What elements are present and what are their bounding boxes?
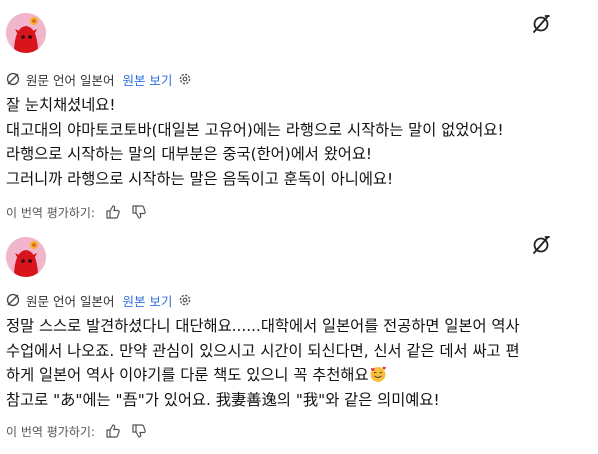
comment-line: 정말 스스로 발견하셨다니 대단해요......대학에서 일본어를 전공하면 일…: [6, 317, 520, 335]
avatar-character-icon: [6, 13, 46, 53]
original-language-label: 원문 언어 일본어: [26, 293, 115, 309]
gear-icon[interactable]: [178, 72, 192, 86]
comment-line-with-emoji: 하게 일본어 역사 이야기를 다룬 책도 있으니 꼭 추천해요: [6, 363, 592, 388]
avatar-character-icon: [6, 237, 46, 277]
thumbs-up-icon[interactable]: [105, 204, 121, 220]
comment-2: 원문 언어 일본어 원본 보기 정말 스스로 발견하셨다니 대단해요......…: [0, 228, 598, 454]
translate-slash-icon[interactable]: [530, 234, 552, 256]
rate-translation-label: 이 번역 평가하기:: [6, 424, 95, 439]
comment-line: 대고대의 야마토코토바(대일본 고유어)에는 라행으로 시작하는 말이 없었어요…: [6, 120, 504, 139]
rate-translation: 이 번역 평가하기:: [6, 204, 147, 220]
avatar[interactable]: [6, 13, 46, 53]
thumbs-down-icon[interactable]: [131, 423, 147, 439]
comment-line: 그러니까 라행으로 시작하는 말은 음독이고 훈독이 아니에요!: [6, 169, 394, 188]
comment-line: 라행으로 시작하는 말의 대부분은 중국(한어)에서 왔어요!: [6, 145, 373, 163]
comment-line: 잘 눈치채셨네요!: [6, 96, 116, 114]
avatar[interactable]: [6, 237, 46, 277]
smiling-face-with-hearts-icon: [370, 366, 386, 382]
thumbs-up-icon[interactable]: [105, 423, 121, 439]
comment-line-text: 하게 일본어 역사 이야기를 다룬 책도 있으니 꼭 추천해요: [6, 366, 369, 384]
globe-icon: [6, 293, 20, 307]
thumbs-down-icon[interactable]: [131, 204, 147, 220]
rate-translation-label: 이 번역 평가하기:: [6, 205, 95, 220]
translate-slash-icon[interactable]: [530, 13, 552, 35]
translation-meta: 원문 언어 일본어 원본 보기: [6, 291, 192, 309]
original-language-label: 원문 언어 일본어: [26, 72, 115, 88]
globe-icon: [6, 72, 20, 86]
comment-line: 수업에서 나오죠. 만약 관심이 있으시고 시간이 되신다면, 신서 같은 데서…: [6, 341, 520, 360]
comment-body: 잘 눈치채셨네요! 대고대의 야마토코토바(대일본 고유어)에는 라행으로 시작…: [6, 93, 592, 191]
comment-line: 참고로 "あ"에는 "吾"가 있어요. 我妻善逸의 "我"와 같은 의미예요!: [6, 390, 440, 409]
comment-1: 원문 언어 일본어 원본 보기 잘 눈치채셨네요! 대고대의 야마토코토바(대일…: [0, 0, 598, 228]
translation-meta: 원문 언어 일본어 원본 보기: [6, 70, 192, 88]
view-original-link[interactable]: 원본 보기: [122, 291, 172, 310]
rate-translation: 이 번역 평가하기:: [6, 423, 147, 439]
comment-body: 정말 스스로 발견하셨다니 대단해요......대학에서 일본어를 전공하면 일…: [6, 314, 592, 412]
gear-icon[interactable]: [178, 293, 192, 307]
view-original-link[interactable]: 원본 보기: [122, 70, 172, 89]
